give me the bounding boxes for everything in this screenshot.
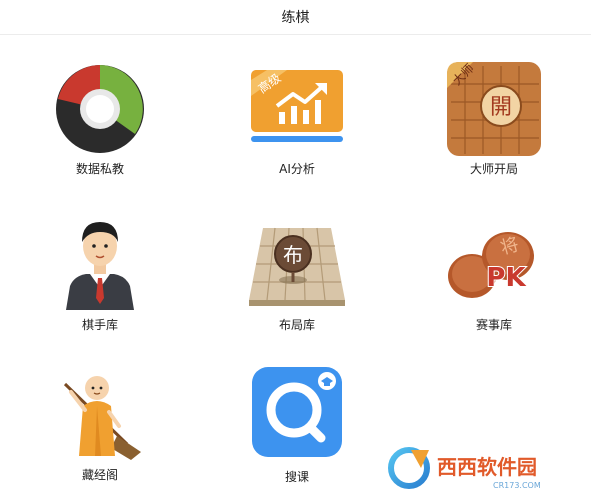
tile-ai-analysis[interactable]: 高级 AI分析	[237, 56, 357, 176]
tile-data-coach[interactable]: 数据私教	[40, 56, 160, 176]
piece-char: 布	[283, 243, 303, 267]
tile-search-course[interactable]: 搜课	[237, 364, 357, 484]
monk-sweeping-icon	[63, 376, 141, 460]
master-opening-board-icon: 大师 開	[447, 61, 541, 156]
page-title: 练棋	[281, 10, 310, 26]
tournament-pk-icon: 将 PK	[448, 232, 534, 298]
tile-label: 藏经阁	[81, 468, 118, 482]
watermark-subtext: CR173.COM	[493, 481, 541, 490]
ai-analysis-chart-icon: 高级	[251, 70, 343, 142]
tile-scripture-library[interactable]: 藏经阁	[40, 364, 160, 484]
tile-label: 大师开局	[469, 162, 518, 176]
tile-player-library[interactable]: 棋手库	[40, 212, 160, 332]
tile-label: 布局库	[278, 318, 315, 332]
tile-tournament-library[interactable]: 将 PK 赛事库	[434, 212, 554, 332]
piece-char: 開	[490, 95, 512, 120]
data-coach-pie-icon	[56, 65, 144, 153]
tile-master-opening[interactable]: 大师 開 大师开局	[434, 56, 554, 176]
watermark-logo: 西西软件园 CR173.COM	[388, 447, 541, 490]
tile-label: AI分析	[279, 162, 315, 176]
tile-label: 数据私教	[75, 162, 124, 176]
tile-label: 搜课	[284, 470, 309, 484]
layout-board-icon: 布	[249, 227, 345, 306]
tile-label: 赛事库	[475, 318, 512, 332]
pk-text: PK	[486, 263, 526, 293]
search-course-icon	[252, 367, 342, 457]
watermark-text: 西西软件园	[437, 455, 537, 479]
tile-layout-library[interactable]: 布 布局库	[237, 212, 357, 332]
player-avatar-icon	[66, 222, 134, 310]
tile-label: 棋手库	[81, 318, 118, 332]
header-bar: 练棋	[0, 0, 591, 35]
